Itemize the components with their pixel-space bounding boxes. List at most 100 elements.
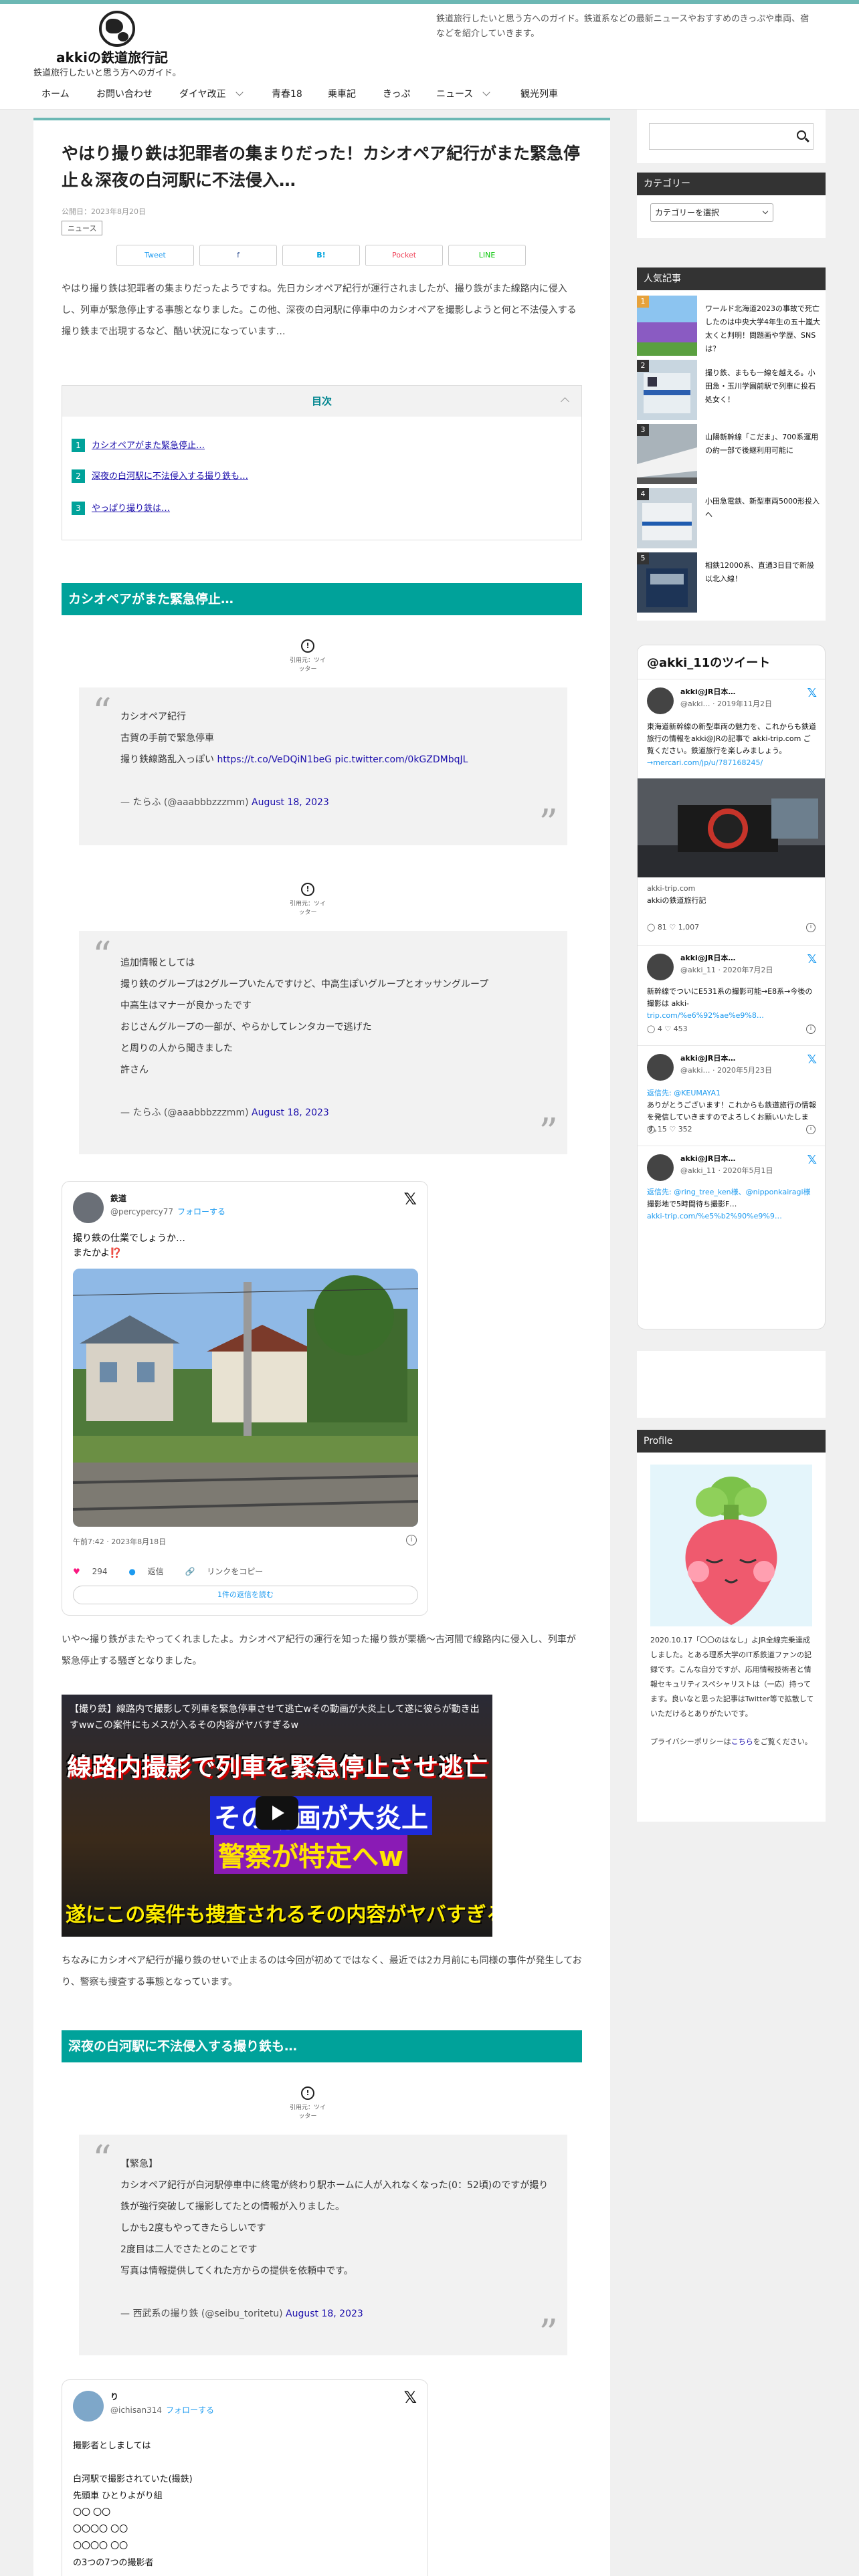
tweet-link[interactable]: akki-trip.com/%e5%b2%90%e9%9…	[647, 1212, 782, 1220]
info-icon[interactable]: i	[806, 1125, 816, 1134]
comment-icon[interactable]: ◯	[647, 1025, 655, 1033]
popular-posts-widget: 人気記事 1 ワールド北海道2023の事故で死亡したのは中央大学4年生の五十嵐大…	[637, 267, 826, 621]
quote-line: 撮り鉄のグループは2グループいたんですけど、中高生ぽいグループとオッサングループ	[120, 979, 489, 990]
nav-home[interactable]: ホーム	[41, 87, 70, 100]
share-facebook-button[interactable]: f	[199, 245, 277, 266]
popular-post-3[interactable]: 3 山陽新幹線「こだま」、700系運用の約一部で後継利用可能に	[637, 424, 826, 486]
quote-date-link[interactable]: August 18, 2023	[286, 2309, 363, 2319]
x-logo-icon[interactable]: 𝕏	[404, 2388, 417, 2407]
tweet-card-site[interactable]: akki-trip.com	[647, 883, 817, 895]
nav-seishun18[interactable]: 青春18	[272, 87, 302, 100]
x-logo-icon[interactable]: 𝕏	[807, 1053, 817, 1067]
toc-item-3[interactable]: 3 やっぱり撮り鉄は…	[72, 501, 170, 515]
avatar[interactable]	[647, 1154, 674, 1181]
tweet-photo[interactable]	[73, 1269, 418, 1527]
timeline-tweet-2[interactable]: akki@JR日本… @akki_11 · 2020年7月2日 𝕏 新幹線でつい…	[638, 945, 825, 1045]
heart-icon[interactable]: ♡	[664, 1025, 671, 1033]
timeline-tweet-1[interactable]: akki@JR日本… @akki… · 2019年11月2日 𝕏 東海道新幹線の…	[638, 679, 825, 945]
x-logo-icon[interactable]: 𝕏	[807, 952, 817, 966]
nav-contact[interactable]: お問い合わせ	[96, 87, 153, 100]
tweet-card-image[interactable]	[638, 778, 825, 877]
share-twitter-button[interactable]: Tweet	[116, 245, 194, 266]
quote-link[interactable]: https://t.co/VeDQiN1beG	[217, 754, 332, 765]
site-logo[interactable]: akkiの鉄道旅行記 鉄道旅行したいと思う方へのガイド。	[33, 11, 227, 78]
profile-bio: 2020.10.17「〇〇のはなし」よJR全線完乗達成しました。とある理系大学の…	[650, 1636, 814, 1718]
follow-link[interactable]: フォローする	[166, 2405, 214, 2415]
popular-post-1[interactable]: 1 ワールド北海道2023の事故で死亡したのは中央大学4年生の五十嵐大太くと判明…	[637, 296, 826, 357]
nav-news[interactable]: ニュース	[436, 87, 490, 100]
info-icon[interactable]: i	[406, 1535, 417, 1545]
play-button[interactable]	[256, 1796, 298, 1830]
avatar[interactable]	[73, 2391, 104, 2422]
share-line-button[interactable]: LINE	[448, 245, 526, 266]
youtube-embed[interactable]: 【撮り鉄】線路内で撮影して列車を緊急停車させて逃亡wその動画が大炎上して遂に彼ら…	[62, 1695, 492, 1937]
timeline-title[interactable]: @akki_11のツイート	[647, 653, 770, 671]
category-tag[interactable]: ニュース	[62, 221, 103, 235]
privacy-policy-link[interactable]: こちら	[731, 1737, 753, 1746]
tweet-date: 2020年7月2日	[723, 966, 773, 974]
toc-item-1[interactable]: 1 カシオペアがまた緊急停止…	[72, 438, 205, 452]
timeline-tweet-4[interactable]: akki@JR日本… @akki_11 · 2020年5月1日 𝕏 返信先: @…	[638, 1146, 825, 1259]
avatar[interactable]	[73, 1192, 104, 1223]
nav-ride-report[interactable]: 乗車記	[328, 87, 356, 100]
quote-date-link[interactable]: August 18, 2023	[252, 1107, 329, 1118]
intro-paragraph: やはり撮り鉄は犯罪者の集まりだったようですね。先日カシオペア紀行が運行されました…	[62, 284, 577, 337]
handle-text: @akki…	[680, 1066, 710, 1075]
timeline-author[interactable]: akki@JR日本…	[680, 952, 735, 963]
embedded-tweet-2[interactable]: り @ichisan314 フォローする 𝕏 撮影者としましては 白河駅で撮影され…	[62, 2379, 428, 2576]
tweet-link[interactable]: →mercari.com/jp/u/787168245/	[647, 758, 763, 767]
toc-header[interactable]: 目次	[62, 386, 581, 417]
nav-sightseeing-trains[interactable]: 観光列車	[520, 87, 558, 100]
read-replies-button[interactable]: 1件の返信を読む	[73, 1586, 418, 1604]
x-logo-icon[interactable]: 𝕏	[807, 1153, 817, 1167]
avatar[interactable]	[647, 1054, 674, 1081]
like-button[interactable]: ♥ 294	[73, 1567, 117, 1576]
timeline-author[interactable]: akki@JR日本…	[680, 1053, 735, 1063]
tweet-link[interactable]: trip.com/%e6%92%ae%e9%8…	[647, 1011, 764, 1020]
reply-button[interactable]: ● 返信	[128, 1567, 173, 1576]
category-select[interactable]: カテゴリーを選択	[650, 203, 773, 222]
nav-timetable[interactable]: ダイヤ改正	[179, 87, 244, 100]
heart-icon[interactable]: ♡	[669, 923, 676, 932]
tweet-author-name[interactable]: 鉄道	[110, 1192, 126, 1204]
share-hatena-button[interactable]: B!	[282, 245, 360, 266]
copy-link-button[interactable]: 🔗 リンクをコピー	[185, 1567, 272, 1576]
quote-link[interactable]: pic.twitter.com/0kGZDMbqJL	[335, 754, 468, 765]
share-pocket-button[interactable]: Pocket	[365, 245, 443, 266]
tweet-card-title[interactable]: akkiの鉄道旅行記	[647, 895, 817, 907]
quote-line: 追加情報としては	[120, 958, 195, 968]
popular-post-4[interactable]: 4 小田急電鉄、新型車両5000形投入へ	[637, 488, 826, 550]
chevron-up-icon[interactable]	[561, 397, 569, 406]
timeline-tweet-3[interactable]: akki@JR日本… @akki… · 2020年5月23日 𝕏 返信先: @K…	[638, 1045, 825, 1146]
video-title[interactable]: 【撮り鉄】線路内で撮影して列車を緊急停車させて逃亡wその動画が大炎上して遂に彼ら…	[70, 1701, 484, 1733]
info-icon[interactable]: i	[806, 1025, 816, 1034]
quote-date-link[interactable]: August 18, 2023	[252, 797, 329, 808]
timeline-author[interactable]: akki@JR日本…	[680, 1153, 735, 1164]
embedded-tweet-1[interactable]: 鉄道 @percypercy77 フォローする 𝕏 撮り鉄の仕業でしょうか… またか…	[62, 1181, 428, 1616]
info-icon[interactable]: i	[806, 923, 816, 932]
avatar[interactable]	[647, 687, 674, 714]
x-logo-icon[interactable]: 𝕏	[404, 1190, 417, 1208]
tweet-author-handle[interactable]: @ichisan314 フォローする	[110, 2404, 214, 2416]
avatar[interactable]	[647, 954, 674, 980]
author-name: akki@JR日本…	[680, 954, 736, 962]
tweet-body[interactable]: 返信先: @ring_tree_ken様、@nipponkairagi様	[647, 1188, 811, 1196]
heart-icon[interactable]: ♡	[669, 1125, 676, 1134]
tweet-author-name[interactable]: り	[110, 2391, 118, 2402]
x-logo-icon[interactable]: 𝕏	[807, 686, 817, 700]
popular-post-2[interactable]: 2 撮り鉄、まもも一線を越える。小田急・玉川学園前駅で列車に投石処女く！	[637, 360, 826, 421]
tweet-author-handle[interactable]: @percypercy77 フォローする	[110, 1206, 225, 1217]
comment-icon[interactable]: ◯	[647, 1125, 655, 1134]
nav-tickets[interactable]: きっぷ	[383, 87, 410, 100]
tweet-text-line: 白河駅で撮影されていた(撮鉄)	[73, 2474, 193, 2484]
follow-link[interactable]: フォローする	[177, 1207, 225, 1216]
popular-post-5[interactable]: 5 相鉄12000系、直通3日目で新設以北入線！	[637, 552, 826, 614]
toc-item-2[interactable]: 2 深夜の白河駅に不法侵入する撮り鉄も…	[72, 469, 248, 483]
tweet-timestamp[interactable]: 午前7:42 · 2023年8月18日	[73, 1536, 166, 1547]
search-icon[interactable]	[797, 130, 806, 140]
tweet-body[interactable]: 返信先: @KEUMAYA1	[647, 1089, 721, 1097]
popular-post-title: 山陽新幹線「こだま」、700系運用の約一部で後継利用可能に	[705, 433, 819, 455]
timeline-author[interactable]: akki@JR日本…	[680, 686, 735, 697]
search-input[interactable]	[649, 123, 814, 150]
comment-icon[interactable]: ◯	[647, 923, 655, 932]
